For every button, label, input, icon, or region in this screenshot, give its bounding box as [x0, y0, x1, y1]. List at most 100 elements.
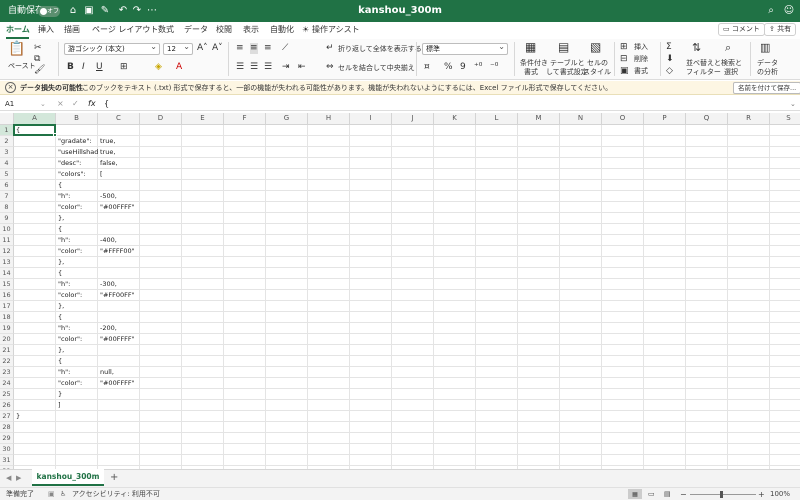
- cell-a27[interactable]: }: [14, 411, 56, 422]
- merge-center-icon[interactable]: ⇔: [326, 62, 334, 73]
- row-header-10[interactable]: 10: [0, 224, 14, 235]
- align-middle-icon[interactable]: ≡: [250, 43, 258, 54]
- more-icon[interactable]: ⋯: [145, 4, 159, 18]
- analyze-data-line2[interactable]: の分析: [757, 68, 778, 77]
- row-header-31[interactable]: 31: [0, 455, 14, 466]
- save-as-button[interactable]: 名前を付けて保存...: [733, 82, 800, 94]
- format-cells-icon[interactable]: ▣: [620, 66, 629, 77]
- italic-button[interactable]: I: [82, 62, 85, 73]
- cell-c2[interactable]: true,: [98, 136, 140, 147]
- normal-view-icon[interactable]: ▦: [628, 489, 642, 499]
- row-header-14[interactable]: 14: [0, 268, 14, 279]
- cell-styles-icon[interactable]: ▧: [590, 41, 601, 53]
- cell-c16[interactable]: "#FF00FF": [98, 290, 140, 301]
- sheet-tab-active[interactable]: kanshou_300m: [32, 469, 104, 486]
- font-name-select[interactable]: 游ゴシック (本文): [64, 42, 160, 55]
- cell-c12[interactable]: "#FFFF00": [98, 246, 140, 257]
- align-center-icon[interactable]: ☰: [250, 62, 258, 73]
- font-size-select[interactable]: 12: [163, 42, 193, 55]
- cell-b9[interactable]: },: [56, 213, 98, 224]
- row-header-19[interactable]: 19: [0, 323, 14, 334]
- sort-filter-icon[interactable]: ⇅: [692, 42, 701, 53]
- bold-button[interactable]: B: [67, 62, 74, 73]
- row-header-22[interactable]: 22: [0, 356, 14, 367]
- cell-styles-line1[interactable]: セルの: [587, 59, 608, 68]
- save-icon[interactable]: ▣: [82, 4, 96, 18]
- cell-b23[interactable]: "h":: [56, 367, 98, 378]
- page-layout-view-icon[interactable]: ▭: [648, 489, 655, 500]
- enter-icon[interactable]: ✓: [72, 98, 79, 110]
- cell-b22[interactable]: {: [56, 356, 98, 367]
- cut-icon[interactable]: ✂: [34, 43, 42, 54]
- find-select-icon[interactable]: ⌕: [725, 42, 731, 53]
- formula-input[interactable]: {: [104, 98, 109, 110]
- column-header-o[interactable]: O: [602, 113, 644, 125]
- row-header-1[interactable]: 1: [0, 125, 14, 136]
- column-header-d[interactable]: D: [140, 113, 182, 125]
- percent-button[interactable]: %: [444, 62, 453, 73]
- cell-c7[interactable]: -500,: [98, 191, 140, 202]
- cell-b15[interactable]: "h":: [56, 279, 98, 290]
- column-header-r[interactable]: R: [728, 113, 770, 125]
- row-header-6[interactable]: 6: [0, 180, 14, 191]
- insert-cells-icon[interactable]: ⊞: [620, 42, 628, 53]
- increase-font-icon[interactable]: A˄: [197, 43, 208, 54]
- align-bottom-icon[interactable]: ≡: [264, 43, 272, 54]
- column-header-m[interactable]: M: [518, 113, 560, 125]
- cell-c19[interactable]: -200,: [98, 323, 140, 334]
- cell-b11[interactable]: "h":: [56, 235, 98, 246]
- indent-icon[interactable]: ⇥: [282, 62, 290, 73]
- cell-styles-line2[interactable]: スタイル: [583, 68, 611, 77]
- account-icon[interactable]: ☺: [782, 4, 796, 18]
- comma-style-button[interactable]: 9: [460, 62, 466, 73]
- cell-b8[interactable]: "color":: [56, 202, 98, 213]
- row-header-5[interactable]: 5: [0, 169, 14, 180]
- decrease-decimal-icon[interactable]: ⁻⁰: [490, 62, 498, 73]
- column-header-p[interactable]: P: [644, 113, 686, 125]
- zoom-out-icon[interactable]: −: [680, 489, 687, 500]
- cell-b17[interactable]: },: [56, 301, 98, 312]
- clear-icon[interactable]: ◇: [666, 66, 673, 77]
- row-header-3[interactable]: 3: [0, 147, 14, 158]
- orientation-icon[interactable]: ⟋: [282, 43, 288, 54]
- cell-c5[interactable]: [: [98, 169, 140, 180]
- cell-b4[interactable]: "desc":: [56, 158, 98, 169]
- tab-nav-left-icon[interactable]: ◀: [6, 474, 11, 482]
- insert-function-button[interactable]: fx: [88, 98, 96, 110]
- search-icon[interactable]: ⌕: [764, 4, 778, 18]
- row-header-8[interactable]: 8: [0, 202, 14, 213]
- analyze-data-icon[interactable]: ▥: [760, 42, 770, 53]
- column-header-l[interactable]: L: [476, 113, 518, 125]
- conditional-format-line1[interactable]: 条件付き: [520, 59, 548, 68]
- cell-c15[interactable]: -300,: [98, 279, 140, 290]
- column-header-a[interactable]: A: [14, 113, 56, 125]
- row-header-13[interactable]: 13: [0, 257, 14, 268]
- cell-b21[interactable]: },: [56, 345, 98, 356]
- table-format-line2[interactable]: して書式設定: [546, 68, 588, 77]
- spreadsheet-grid[interactable]: A B C D E F G H I J K L M N O P Q R S 1 2 3 4 5 6 7 8 9 10 11 12 13 14 15…: [0, 113, 800, 469]
- tab-page-layout[interactable]: ページ レイアウト: [92, 24, 158, 36]
- tab-review[interactable]: 校閲: [216, 24, 232, 36]
- cancel-icon[interactable]: ×: [57, 98, 64, 110]
- row-header-21[interactable]: 21: [0, 345, 14, 356]
- cell-c23[interactable]: null,: [98, 367, 140, 378]
- fill-handle[interactable]: [53, 133, 57, 137]
- row-header-2[interactable]: 2: [0, 136, 14, 147]
- row-header-15[interactable]: 15: [0, 279, 14, 290]
- row-header-12[interactable]: 12: [0, 246, 14, 257]
- redo-icon[interactable]: ↷: [130, 4, 144, 18]
- find-select-line1[interactable]: 検索と: [721, 59, 742, 68]
- cell-c8[interactable]: "#00FFFF": [98, 202, 140, 213]
- edit-icon[interactable]: ✎: [98, 4, 112, 18]
- autosave-toggle[interactable]: オフ: [38, 6, 60, 17]
- accessibility-status[interactable]: アクセシビリティ: 利用不可: [72, 489, 160, 500]
- font-color-icon[interactable]: A: [176, 62, 182, 73]
- cell-b20[interactable]: "color":: [56, 334, 98, 345]
- cell-b13[interactable]: },: [56, 257, 98, 268]
- macro-record-icon[interactable]: ▣: [48, 489, 55, 500]
- row-header-26[interactable]: 26: [0, 400, 14, 411]
- column-header-c[interactable]: C: [98, 113, 140, 125]
- column-header-f[interactable]: F: [224, 113, 266, 125]
- align-top-icon[interactable]: ≡: [236, 43, 244, 54]
- tell-me-assist[interactable]: 操作アシスト: [312, 24, 360, 36]
